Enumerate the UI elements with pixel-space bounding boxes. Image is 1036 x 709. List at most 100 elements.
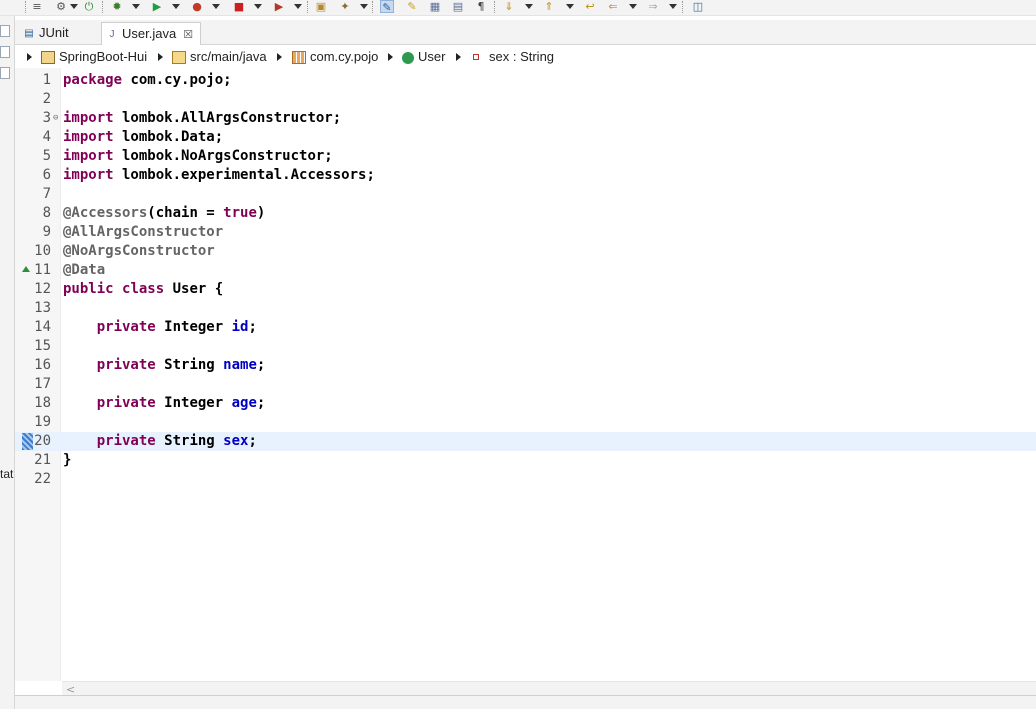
toolbar-separator: [102, 1, 103, 13]
chevron-right-icon[interactable]: [456, 53, 461, 61]
code-line[interactable]: 18 private Integer age;: [15, 394, 1036, 413]
code-line[interactable]: 10 @NoArgsConstructor: [15, 242, 1036, 261]
chevron-down-icon[interactable]: [254, 4, 262, 9]
source-folder-icon: [172, 51, 186, 65]
view-icon[interactable]: [0, 25, 10, 37]
toggle-block-select-icon[interactable]: ▦: [428, 0, 442, 13]
chevron-down-icon[interactable]: [212, 4, 220, 9]
keyword-token: package: [63, 72, 123, 88]
chevron-down-icon[interactable]: [629, 4, 637, 9]
breadcrumb-package[interactable]: com.cy.pojo: [292, 49, 378, 65]
code-line[interactable]: 9 @AllArgsConstructor: [15, 223, 1036, 242]
line-number: 3: [42, 110, 51, 126]
skip-icon[interactable]: ⚙: [54, 0, 68, 13]
code-line[interactable]: 7: [15, 185, 1036, 204]
chevron-down-icon[interactable]: [669, 4, 677, 9]
line-number: 4: [42, 129, 51, 145]
tab-label: User.java: [122, 26, 177, 41]
breadcrumb-label: com.cy.pojo: [310, 49, 379, 64]
forward-icon[interactable]: ⇒: [646, 0, 660, 13]
code-line[interactable]: 12 public class User {: [15, 280, 1036, 299]
pilcrow-icon[interactable]: ¶: [474, 0, 488, 13]
toggle-mark-occurrences-icon[interactable]: ✎: [380, 0, 394, 14]
code-line[interactable]: 3 ⊖ import lombok.AllArgsConstructor;: [15, 109, 1036, 128]
tab-junit[interactable]: ▤ JUnit: [21, 22, 101, 45]
code-token: ;: [256, 395, 266, 411]
outline-icon[interactable]: ≡: [30, 0, 44, 13]
breadcrumb-class[interactable]: User: [402, 49, 445, 65]
external-tools-icon[interactable]: ▶: [272, 0, 286, 13]
debug-icon[interactable]: ⏻: [82, 0, 96, 13]
chevron-right-icon[interactable]: [277, 53, 282, 61]
breadcrumb-project[interactable]: SpringBoot-Hui: [41, 49, 147, 65]
code-line[interactable]: 20 private String sex;: [15, 432, 1036, 451]
java-editor[interactable]: 1 package com.cy.pojo; 2 3 ⊖ import lombok.Al…: [15, 68, 1036, 681]
show-whitespace-icon[interactable]: ▤: [451, 0, 465, 13]
code-line[interactable]: 6 import lombok.experimental.Accessors;: [15, 166, 1036, 185]
code-line[interactable]: 15: [15, 337, 1036, 356]
code-line[interactable]: 21}: [15, 451, 1036, 470]
view-icon[interactable]: [0, 67, 10, 79]
code-line[interactable]: 14 private Integer id;: [15, 318, 1036, 337]
toggle-highlight-icon[interactable]: ✎: [405, 0, 419, 13]
chevron-down-icon[interactable]: [360, 4, 368, 9]
code-line[interactable]: 13: [15, 299, 1036, 318]
back-icon[interactable]: ⇐: [606, 0, 620, 13]
code-text: @Data: [63, 261, 105, 280]
code-line[interactable]: 22: [15, 470, 1036, 489]
code-token: lombok.AllArgsConstructor;: [113, 110, 342, 126]
chevron-right-icon[interactable]: [388, 53, 393, 61]
stop-icon[interactable]: ■: [232, 0, 246, 13]
chevron-down-icon[interactable]: [172, 4, 180, 9]
toolbar-separator: [494, 1, 495, 13]
chevron-down-icon[interactable]: [566, 4, 574, 9]
horizontal-scrollbar[interactable]: <: [62, 681, 1036, 696]
code-line[interactable]: 19: [15, 413, 1036, 432]
tab-user-java[interactable]: J User.java ☒: [101, 22, 201, 45]
new-project-icon[interactable]: ▣: [314, 0, 328, 13]
close-icon[interactable]: ☒: [183, 24, 193, 46]
toolbar-separator: [307, 1, 308, 13]
code-line[interactable]: 2: [15, 90, 1036, 109]
next-annotation-icon[interactable]: ⇓: [502, 0, 516, 13]
run-icon[interactable]: ▶: [150, 0, 164, 13]
code-line[interactable]: 17: [15, 375, 1036, 394]
code-token: String: [155, 433, 224, 449]
bottom-panel-border: [15, 695, 1036, 709]
code-line[interactable]: 5 import lombok.NoArgsConstructor;: [15, 147, 1036, 166]
code-line[interactable]: 4 import lombok.Data;: [15, 128, 1036, 147]
chevron-down-icon[interactable]: [525, 4, 533, 9]
coverage-icon[interactable]: ●: [190, 0, 204, 13]
last-edit-icon[interactable]: ↩: [583, 0, 597, 13]
code-token: }: [63, 452, 72, 468]
class-icon: [402, 51, 414, 64]
chevron-down-icon[interactable]: [294, 4, 302, 9]
chevron-right-icon[interactable]: [27, 53, 32, 61]
code-text: import lombok.Data;: [63, 128, 223, 147]
fold-toggle-icon[interactable]: ⊖: [53, 109, 58, 128]
code-text: private String sex;: [63, 432, 257, 451]
previous-annotation-icon[interactable]: ⇑: [542, 0, 556, 13]
code-line[interactable]: 11 @Data: [15, 261, 1036, 280]
breadcrumb-source-folder[interactable]: src/main/java: [172, 49, 267, 65]
code-line[interactable]: 1 package com.cy.pojo;: [15, 71, 1036, 90]
code-text: @Accessors(chain = true): [63, 204, 265, 223]
bug-icon[interactable]: ✹: [110, 0, 124, 13]
code-text: private Integer id;: [63, 318, 257, 337]
code-line[interactable]: 16 private String name;: [15, 356, 1036, 375]
chevron-down-icon[interactable]: [70, 4, 78, 9]
line-number: 8: [42, 205, 51, 221]
code-line[interactable]: 8 @Accessors(chain = true): [15, 204, 1036, 223]
chevron-down-icon[interactable]: [132, 4, 140, 9]
toolbar-separator: [372, 1, 373, 13]
open-perspective-icon[interactable]: ◫: [691, 0, 705, 13]
line-number: 5: [42, 148, 51, 164]
breadcrumb-field[interactable]: sex : String: [473, 49, 554, 65]
chevron-right-icon[interactable]: [158, 53, 163, 61]
open-task-icon[interactable]: ✦: [338, 0, 352, 13]
view-icon[interactable]: [0, 46, 10, 58]
line-number: 2: [42, 91, 51, 107]
